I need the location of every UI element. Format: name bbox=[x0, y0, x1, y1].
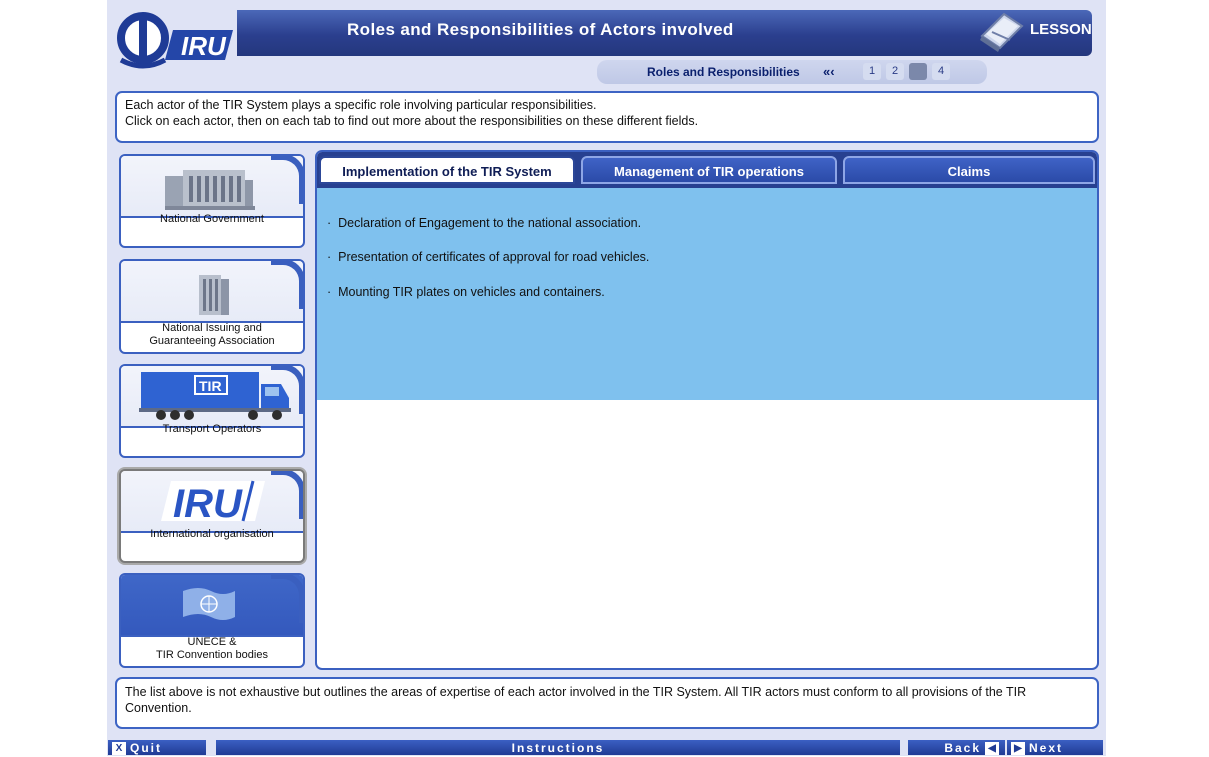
intro-box: Each actor of the TIR System plays a spe… bbox=[115, 91, 1099, 143]
next-arrow-icon: ▶ bbox=[1011, 742, 1025, 755]
iru-logo-icon: IRU bbox=[161, 480, 265, 525]
bottom-navbar: X Quit Instructions Back ◀ ▶ Next bbox=[107, 739, 1106, 756]
back-arrows-icon[interactable]: «‹ bbox=[823, 64, 835, 79]
actor-international-organisation[interactable]: IRU International organisation bbox=[119, 469, 305, 563]
actor-label-line-2: TIR Convention bodies bbox=[156, 649, 268, 661]
actor-label-line-1: National Issuing and bbox=[162, 322, 262, 334]
page-navigator: Roles and Responsibilities «‹ 1 2 3 4 bbox=[597, 60, 987, 84]
bullet-dot: · bbox=[327, 250, 339, 264]
truck-tir-text: TIR bbox=[199, 378, 222, 394]
header: IRU Roles and Responsibilities of Actors… bbox=[107, 0, 1106, 88]
page-button-3[interactable]: 3 bbox=[909, 63, 927, 80]
lesson-book-icon bbox=[980, 12, 1024, 52]
tab-implementation[interactable]: Implementation of the TIR System bbox=[319, 156, 575, 184]
bullet-text: Declaration of Engagement to the nationa… bbox=[338, 216, 642, 230]
actor-transport-operators[interactable]: TIR Transport Operators bbox=[119, 364, 305, 458]
actor-image-area bbox=[121, 156, 303, 218]
list-item: · Mounting TIR plates on vehicles and co… bbox=[327, 285, 605, 299]
actor-image-area bbox=[121, 261, 303, 323]
next-button[interactable]: ▶ Next bbox=[1006, 739, 1104, 756]
page-title: Roles and Responsibilities of Actors inv… bbox=[347, 20, 734, 39]
office-tower-icon bbox=[199, 275, 229, 315]
quit-button[interactable]: X Quit bbox=[107, 739, 207, 756]
list-item: · Presentation of certificates of approv… bbox=[327, 250, 649, 264]
tab-management[interactable]: Management of TIR operations bbox=[581, 156, 837, 184]
un-flag-icon bbox=[183, 588, 235, 620]
bullet-dot: · bbox=[327, 285, 339, 299]
footer-note: The list above is not exhaustive but out… bbox=[115, 677, 1099, 729]
intro-line-2: Click on each actor, then on each tab to… bbox=[125, 114, 699, 128]
close-icon: X bbox=[112, 742, 126, 755]
actor-label: National Government bbox=[160, 213, 264, 225]
actor-image-area: TIR bbox=[121, 366, 303, 428]
actor-national-issuing-association[interactable]: National Issuing and Guaranteeing Associ… bbox=[119, 259, 305, 354]
lesson-label: LESSON bbox=[1030, 21, 1092, 38]
list-item: · Declaration of Engagement to the natio… bbox=[327, 216, 641, 230]
government-building-icon bbox=[165, 170, 255, 210]
actor-label: International organisation bbox=[150, 528, 274, 540]
bullet-dot: · bbox=[327, 216, 339, 230]
iru-logo: IRU bbox=[117, 12, 233, 69]
section-label: Roles and Responsibilities bbox=[647, 65, 800, 79]
actor-label: UNECE & TIR Convention bodies bbox=[121, 636, 303, 666]
back-label: Back bbox=[944, 741, 981, 755]
next-label: Next bbox=[1029, 741, 1064, 755]
tab-content: · Declaration of Engagement to the natio… bbox=[317, 188, 1097, 400]
bullet-text: Mounting TIR plates on vehicles and cont… bbox=[338, 285, 605, 299]
tab-bar: Implementation of the TIR System Managem… bbox=[317, 152, 1097, 188]
actor-image-area bbox=[121, 575, 303, 637]
iru-logo-text: IRU bbox=[173, 482, 243, 525]
actor-label-line-2: Guaranteeing Association bbox=[149, 335, 275, 347]
content-panel: Implementation of the TIR System Managem… bbox=[315, 150, 1099, 670]
bullet-text: Presentation of certificates of approval… bbox=[338, 250, 650, 264]
actor-label: National Issuing and Guaranteeing Associ… bbox=[121, 322, 303, 352]
tab-claims[interactable]: Claims bbox=[843, 156, 1095, 184]
actor-unece-tir-bodies[interactable]: UNECE & TIR Convention bodies bbox=[119, 573, 305, 668]
back-arrow-icon: ◀ bbox=[985, 742, 999, 755]
lesson-badge: LESSON bbox=[972, 6, 1102, 52]
actor-image-area: IRU bbox=[121, 471, 303, 533]
instructions-button[interactable]: Instructions bbox=[215, 739, 901, 756]
intro-line-1: Each actor of the TIR System plays a spe… bbox=[125, 98, 597, 112]
back-button[interactable]: Back ◀ bbox=[907, 739, 1006, 756]
logo-text: IRU bbox=[181, 31, 227, 61]
actor-national-government[interactable]: National Government bbox=[119, 154, 305, 248]
quit-label: Quit bbox=[130, 741, 162, 755]
page-button-4[interactable]: 4 bbox=[932, 63, 950, 80]
page-buttons: 1 2 3 4 bbox=[863, 63, 950, 80]
app-window: IRU Roles and Responsibilities of Actors… bbox=[107, 0, 1106, 756]
page-button-2[interactable]: 2 bbox=[886, 63, 904, 80]
page-button-1[interactable]: 1 bbox=[863, 63, 881, 80]
tir-truck-icon: TIR bbox=[139, 372, 291, 420]
actor-label-line-1: UNECE & bbox=[187, 636, 237, 648]
actor-label: Transport Operators bbox=[162, 423, 262, 435]
